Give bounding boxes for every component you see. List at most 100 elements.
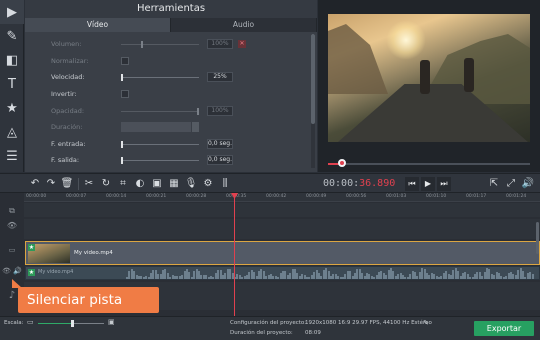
mute-track-tooltip: Silenciar pista [18,287,159,313]
reverse-checkbox[interactable] [121,90,129,98]
opacity-label: Opacidad: [51,107,85,115]
undo-icon[interactable]: ↶ [28,177,42,191]
volume-icon[interactable]: 🔊 [521,177,535,191]
time-ruler[interactable]: 00:00:00 00:00:07 00:00:14 00:00:21 00:0… [24,193,540,202]
duration-stepper[interactable] [192,122,199,132]
preview-scrubber-handle[interactable] [338,159,346,167]
equalizer-icon[interactable]: ⫼ [218,177,232,191]
mute-volume-icon[interactable]: ✕ [238,40,246,48]
volume-slider[interactable] [121,44,199,45]
tools-sidebar: ▶ ✎ ◧ T ★ ◬ ☰ [0,0,24,172]
opacity-value[interactable]: 100% [207,106,233,116]
video-track-icon[interactable]: ▭ [0,246,24,254]
export-button[interactable]: Exportar [474,321,534,336]
detach-preview-icon[interactable]: ⇱ [487,177,501,191]
speed-label: Velocidad: [51,73,85,81]
film-import-icon[interactable]: ▶ [0,0,24,24]
fade-out-label: F. salida: [51,156,80,164]
visibility-eye-icon[interactable]: 👁 [0,221,24,230]
fade-in-slider[interactable] [121,144,199,145]
rotate-icon[interactable]: ↻ [99,177,113,191]
zoom-out-icon[interactable]: ▭ [27,318,34,326]
clip-effect-star-icon[interactable]: ★ [28,244,35,251]
speed-slider[interactable] [121,77,199,78]
overlay-track-icon[interactable]: ⧉ [0,206,24,216]
fade-out-value[interactable]: 0,0 seg. [207,155,233,165]
ruler-tick: 00:00:49 [306,194,327,199]
fade-out-slider[interactable] [121,160,199,161]
opacity-slider-handle[interactable] [197,108,199,115]
shapes-icon[interactable]: ◬ [0,120,24,144]
magic-wand-icon[interactable]: ✎ [0,24,24,48]
delete-icon[interactable]: 🗑 [60,177,74,191]
tab-audio[interactable]: Audio [171,18,317,32]
settings-icon[interactable]: ⚙ [201,177,215,191]
microphone-icon[interactable]: 🎙 [184,177,198,191]
playhead[interactable] [234,193,235,316]
project-duration-label: Duración del proyecto: [230,330,293,336]
normalize-label: Normalizar: [51,57,89,65]
fade-in-value[interactable]: 0,0 seg. [207,139,233,149]
stabilize-icon[interactable]: ▦ [167,177,181,191]
volume-label: Volumen: [51,40,82,48]
timecode: 00:00:36.890 [323,178,395,189]
preview-skater-2 [464,58,474,92]
video-clip[interactable]: ★ My video.mp4 [25,241,540,265]
project-settings-value: 1920x1080 16:9 29.97 FPS, 44100 Hz Estér… [305,320,432,326]
panel-scrollbar[interactable] [311,34,315,168]
previous-frame-icon[interactable]: ⏮ [405,177,419,191]
next-frame-icon[interactable]: ⏭ [437,177,451,191]
play-icon[interactable]: ▶ [421,177,435,191]
cut-icon[interactable]: ✂ [82,177,96,191]
film-import-glyph: ▶ [7,4,17,20]
duration-field[interactable] [121,122,191,132]
panel-scroll-thumb[interactable] [311,34,315,124]
normalize-row: Normalizar: [25,56,310,67]
reverse-label: Invertir: [51,90,77,98]
fade-out-row: F. salida: 0,0 seg. [25,155,310,166]
timeline-scrollbar[interactable] [536,222,539,254]
fade-in-label: F. entrada: [51,140,86,148]
transitions-icon[interactable]: ◧ [0,48,24,72]
audio-clip[interactable]: ★ My video.mp4 [25,266,540,280]
tab-video[interactable]: Vídeo [25,18,171,32]
menu-icon[interactable]: ☰ [0,144,24,168]
volume-slider-handle[interactable] [141,41,143,48]
crop-icon[interactable]: ⌗ [116,177,130,191]
menu-glyph: ☰ [6,148,18,164]
volume-value[interactable]: 100% [207,39,233,49]
audio-effect-star-icon[interactable]: ★ [28,269,35,276]
video-preview[interactable] [328,14,530,142]
fade-in-slider-handle[interactable] [121,141,123,148]
color-adjust-icon[interactable]: ◐ [133,177,147,191]
titles-glyph: T [8,76,16,92]
speed-row: Velocidad: 25% [25,72,310,83]
image-icon[interactable]: ▣ [150,177,164,191]
fullscreen-icon[interactable]: ⤢ [504,177,518,191]
star-sticker-icon[interactable]: ★ [0,96,24,120]
fade-out-slider-handle[interactable] [121,157,123,164]
edit-settings-pencil-icon[interactable]: ✎ [423,319,429,327]
speed-value[interactable]: 25% [207,72,233,82]
project-settings-label: Configuración del proyecto: [230,320,307,326]
ruler-tick: 00:00:56 [346,194,367,199]
redo-icon[interactable]: ↷ [44,177,58,191]
reverse-row: Invertir: [25,89,310,100]
normalize-checkbox[interactable] [121,57,129,65]
timecode-main: 00:00: [323,178,360,189]
ruler-tick: 00:01:17 [466,194,487,199]
video-clip-label: My video.mp4 [74,250,113,256]
titles-icon[interactable]: T [0,72,24,96]
zoom-in-icon[interactable]: ▣ [108,318,115,326]
opacity-slider[interactable] [121,111,199,112]
toolbar-divider [78,178,79,190]
title-lane [24,219,540,239]
mute-track-icon[interactable]: 👁 🔊 [0,267,24,275]
ruler-tick: 00:00:00 [26,194,47,199]
zoom-slider-handle[interactable] [71,320,75,327]
shapes-glyph: ◬ [7,124,17,140]
speed-slider-handle[interactable] [121,74,123,81]
preview-area [318,0,540,172]
preview-scrubber[interactable] [328,163,530,165]
preview-skater-1 [420,60,430,94]
